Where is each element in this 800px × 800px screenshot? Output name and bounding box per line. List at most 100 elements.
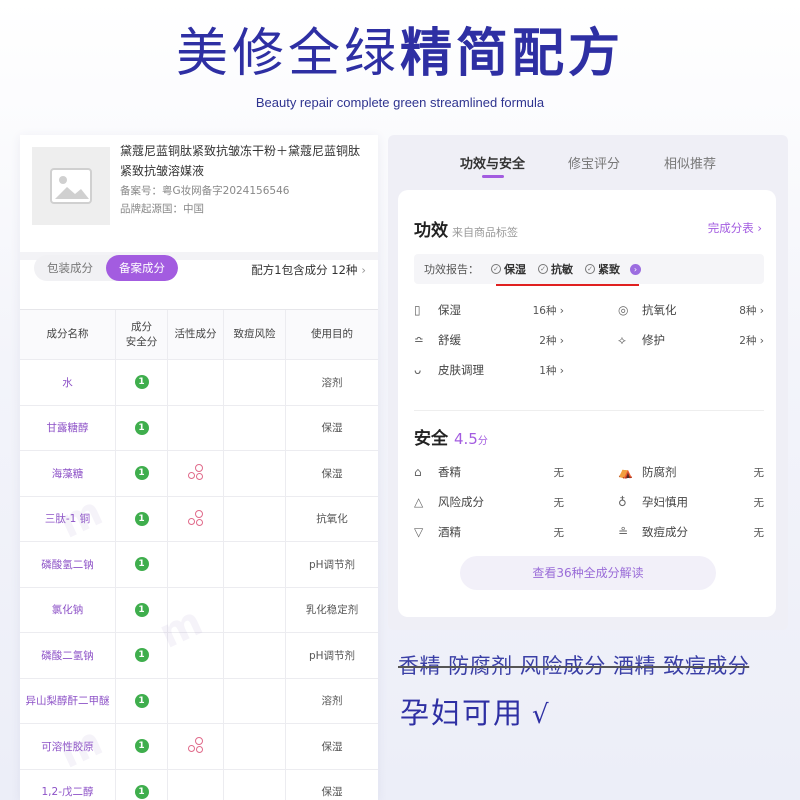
ingredient-name[interactable]: 氯化钠 bbox=[20, 587, 116, 632]
bottle-icon: ▯ bbox=[414, 303, 421, 317]
acne-cell bbox=[224, 769, 286, 800]
ingredient-name[interactable]: 水 bbox=[20, 360, 116, 405]
active-cell bbox=[168, 587, 224, 632]
ingredient-name[interactable]: 1,2-戊二醇 bbox=[20, 769, 116, 800]
safety-item-value: 无 bbox=[753, 496, 765, 509]
safety-score-unit: 分 bbox=[477, 436, 488, 447]
ingredient-name[interactable]: 磷酸二氢钠 bbox=[20, 633, 116, 678]
tab-registered-ingredients[interactable]: 备案成分 bbox=[106, 255, 178, 281]
ingredient-name-text: 磷酸二氢钠 bbox=[41, 649, 94, 662]
wine-glass-icon: ▽ bbox=[414, 525, 424, 539]
warning-triangle-icon: △ bbox=[414, 495, 424, 509]
pregnancy-icon: ♁ bbox=[618, 495, 627, 509]
safety-score-cell: 1 bbox=[116, 360, 168, 405]
efficacy-item-count: 8种 bbox=[739, 304, 757, 317]
ingredient-name-text: 可溶性胶原 bbox=[41, 740, 94, 753]
report-label: 功效报告： bbox=[424, 263, 479, 276]
check-circle-icon: ✓ bbox=[585, 264, 595, 274]
table-row[interactable]: 磷酸二氢钠 1 pH调节剂 bbox=[20, 633, 378, 679]
active-cell bbox=[168, 542, 224, 587]
safety-item-risk: △ 风险成分 无 bbox=[414, 492, 564, 512]
efficacy-item-value: 1种 › bbox=[539, 364, 564, 377]
safety-score-badge: 1 bbox=[134, 420, 149, 435]
more-info-icon[interactable]: › bbox=[630, 263, 641, 275]
formula-summary-label: 配方1包含成分 12种 bbox=[251, 263, 358, 277]
formula-summary[interactable]: 配方1包含成分 12种 › bbox=[251, 262, 366, 278]
efficacy-safety-panel: 功效与安全 修宝评分 相似推荐 功效 来自商品标签 完成分表 › 功效报告： ✓ 保… bbox=[388, 135, 788, 630]
ingredient-name[interactable]: 异山梨醇酐二甲醚 bbox=[20, 678, 116, 723]
efficacy-item-value: 2种 › bbox=[539, 334, 564, 347]
safety-item-label: 风险成分 bbox=[438, 495, 484, 509]
efficacy-item-value: 16种 › bbox=[532, 304, 564, 317]
ingredient-name-text: 异山梨醇酐二甲醚 bbox=[25, 695, 110, 708]
safety-score-cell: 1 bbox=[116, 633, 168, 678]
efficacy-item-soothe[interactable]: ≏ 舒缓 2种 › bbox=[414, 330, 564, 350]
safety-score-cell: 1 bbox=[116, 769, 168, 800]
table-row[interactable]: 磷酸氢二钠 1 pH调节剂 bbox=[20, 542, 378, 588]
chevron-right-icon: › bbox=[361, 263, 366, 277]
table-row[interactable]: 水 1 溶剂 bbox=[20, 360, 378, 406]
active-cell bbox=[168, 360, 224, 405]
product-info: 黛蔻尼蓝铜肽紧致抗皱冻干粉＋黛蔻尼蓝铜肽紧致抗皱溶媒液 备案号：粤G妆网备字20… bbox=[20, 135, 378, 260]
ingredient-name[interactable]: 甘露糖醇 bbox=[20, 405, 116, 450]
acne-cell bbox=[224, 724, 286, 769]
efficacy-item-skin-conditioning[interactable]: ᴗ 皮肤调理 1种 › bbox=[414, 360, 564, 380]
safety-score-badge: 1 bbox=[134, 693, 149, 708]
efficacy-item-label: 舒缓 bbox=[438, 333, 461, 347]
ingredient-name-text: 甘露糖醇 bbox=[46, 422, 89, 435]
ingredient-name[interactable]: 磷酸氢二钠 bbox=[20, 542, 116, 587]
purpose-text: 溶剂 bbox=[321, 695, 343, 708]
report-tag-label: 抗敏 bbox=[551, 263, 573, 276]
report-tag-moisturize: ✓ 保湿 bbox=[491, 261, 526, 277]
active-ingredient-icon bbox=[187, 464, 205, 482]
efficacy-item-value: 2种 › bbox=[739, 334, 764, 347]
purpose-text: 保湿 bbox=[321, 786, 343, 799]
active-cell bbox=[168, 724, 224, 769]
table-row[interactable]: 1,2-戊二醇 1 保湿 bbox=[20, 769, 378, 800]
table-row[interactable]: 三肽-1 铜 1 抗氧化 bbox=[20, 496, 378, 542]
full-ingredients-link[interactable]: 完成分表 › bbox=[708, 220, 762, 236]
table-row[interactable]: 氯化钠 1 乳化稳定剂 bbox=[20, 587, 378, 633]
ingredient-name[interactable]: 三肽-1 铜 bbox=[20, 496, 116, 541]
tab-packaging-ingredients[interactable]: 包装成分 bbox=[34, 255, 106, 281]
tab-xiubao-score[interactable]: 修宝评分 bbox=[568, 153, 620, 172]
hero-title-light: 美修全绿 bbox=[175, 24, 400, 84]
perfume-bottle-icon: ⌂ bbox=[414, 465, 422, 479]
ingredient-name[interactable]: 可溶性胶原 bbox=[20, 724, 116, 769]
tab-efficacy-safety[interactable]: 功效与安全 bbox=[460, 153, 525, 172]
ingredient-name[interactable]: 海藻糖 bbox=[20, 451, 116, 496]
efficacy-item-repair[interactable]: ⟡ 修护 2种 › bbox=[618, 330, 764, 350]
tab-similar[interactable]: 相似推荐 bbox=[664, 153, 716, 172]
table-row[interactable]: 可溶性胶原 1 保湿 bbox=[20, 724, 378, 770]
hero-subtitle: Beauty repair complete green streamlined… bbox=[255, 95, 545, 110]
acne-icon: ≗ bbox=[618, 525, 629, 539]
ingredient-name-text: 磷酸氢二钠 bbox=[41, 558, 94, 571]
efficacy-item-antioxidant[interactable]: ◎ 抗氧化 8种 › bbox=[618, 300, 764, 320]
safety-score-cell: 1 bbox=[116, 678, 168, 723]
efficacy-title: 功效 来自商品标签 bbox=[414, 216, 518, 241]
safety-score-badge: 1 bbox=[134, 557, 149, 572]
active-cell bbox=[168, 405, 224, 450]
view-full-analysis-button[interactable]: 查看36种全成分解读 bbox=[460, 556, 716, 590]
efficacy-note: 来自商品标签 bbox=[452, 226, 518, 239]
safety-title-text: 安全 bbox=[414, 429, 448, 449]
purpose-text: 抗氧化 bbox=[316, 513, 348, 526]
safety-item-fragrance: ⌂ 香精 无 bbox=[414, 462, 564, 482]
report-tag-label: 紧致 bbox=[598, 263, 620, 276]
safety-item-pregnancy: ♁ 孕妇慎用 无 bbox=[618, 492, 764, 512]
report-tag-firming: ✓ 紧致 bbox=[585, 261, 620, 277]
safety-score: 4.5分 bbox=[454, 430, 488, 448]
table-row[interactable]: 异山梨醇酐二甲醚 1 溶剂 bbox=[20, 678, 378, 724]
table-row[interactable]: 海藻糖 1 保湿 bbox=[20, 451, 378, 497]
safety-score-badge: 1 bbox=[134, 511, 149, 526]
efficacy-item-count: 16种 bbox=[532, 304, 557, 317]
efficacy-item-count: 2种 bbox=[539, 334, 557, 347]
preservative-icon: ⛺ bbox=[618, 465, 633, 479]
repair-icon: ⟡ bbox=[618, 332, 626, 347]
ingredient-name-text: 三肽-1 铜 bbox=[44, 513, 91, 526]
purpose-text: pH调节剂 bbox=[308, 558, 356, 571]
purpose-text: 溶剂 bbox=[321, 376, 343, 389]
table-row[interactable]: 甘露糖醇 1 保湿 bbox=[20, 405, 378, 451]
safety-item-label: 致痘成分 bbox=[642, 525, 688, 539]
efficacy-item-moisturize[interactable]: ▯ 保湿 16种 › bbox=[414, 300, 564, 320]
